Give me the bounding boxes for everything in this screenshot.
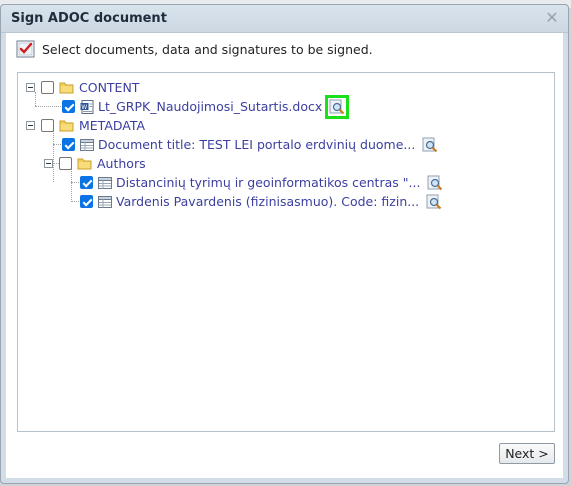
preview-magnifier-icon[interactable]: [427, 175, 443, 191]
metadata-checkbox[interactable]: [41, 119, 54, 132]
tree-node-authors[interactable]: Authors: [44, 154, 146, 173]
tree-guide: [35, 106, 63, 107]
author-label: Distancinių tyrimų ir geoinformatikos ce…: [116, 175, 421, 190]
tree-node-author[interactable]: Vardenis Pavardenis (fizinisasmuo). Code…: [80, 192, 442, 211]
tree-node-author[interactable]: Distancinių tyrimų ir geoinformatikos ce…: [80, 173, 443, 192]
table-icon: [98, 195, 112, 208]
tree-node-content[interactable]: CONTENT: [26, 78, 139, 97]
dialog-body: Select documents, data and signatures to…: [6, 33, 563, 478]
collapse-toggle[interactable]: [44, 159, 53, 168]
tree-node-document-title[interactable]: Document title: TEST LEI portalo erdvini…: [62, 135, 438, 154]
tree-guide: [71, 168, 72, 202]
content-label: CONTENT: [79, 80, 140, 95]
preview-magnifier-icon[interactable]: [426, 194, 442, 210]
document-title-checkbox[interactable]: [62, 138, 75, 151]
file-checkbox[interactable]: [62, 100, 75, 113]
author-label: Vardenis Pavardenis (fizinisasmuo). Code…: [116, 194, 420, 209]
author-checkbox[interactable]: [80, 176, 93, 189]
tree-node-metadata[interactable]: METADATA: [26, 116, 145, 135]
document-tree: CONTENT W Lt_GRPK_Naudojimosi_Sutartis.d…: [17, 72, 555, 432]
sign-adoc-dialog: Sign ADOC document ✕ Select documents, d…: [0, 4, 569, 484]
instruction-text: Select documents, data and signatures to…: [42, 41, 373, 57]
file-label: Lt_GRPK_Naudojimosi_Sutartis.docx: [98, 99, 323, 114]
preview-magnifier-icon[interactable]: [422, 137, 438, 153]
metadata-label: METADATA: [79, 118, 146, 133]
folder-icon: [77, 158, 92, 170]
next-button[interactable]: Next >: [499, 443, 555, 464]
authors-checkbox[interactable]: [59, 157, 72, 170]
instruction-row: Select documents, data and signatures to…: [16, 39, 373, 59]
document-title-label: Document title: TEST LEI portalo erdvini…: [98, 137, 416, 152]
content-checkbox[interactable]: [41, 81, 54, 94]
dialog-title: Sign ADOC document: [11, 11, 167, 26]
tree-node-file[interactable]: W Lt_GRPK_Naudojimosi_Sutartis.docx: [62, 94, 350, 119]
close-icon[interactable]: ✕: [544, 10, 560, 26]
folder-icon: [59, 120, 74, 132]
svg-text:W: W: [81, 103, 87, 110]
collapse-toggle[interactable]: [26, 121, 35, 130]
dialog-titlebar: Sign ADOC document ✕: [1, 5, 568, 33]
table-icon: [98, 176, 112, 189]
word-document-icon: W: [80, 99, 94, 114]
author-checkbox[interactable]: [80, 195, 93, 208]
table-icon: [80, 138, 94, 151]
folder-icon: [59, 82, 74, 94]
preview-magnifier-icon[interactable]: [325, 94, 350, 119]
authors-label: Authors: [97, 156, 146, 171]
sign-checklist-icon: [16, 40, 35, 58]
collapse-toggle[interactable]: [26, 83, 35, 92]
